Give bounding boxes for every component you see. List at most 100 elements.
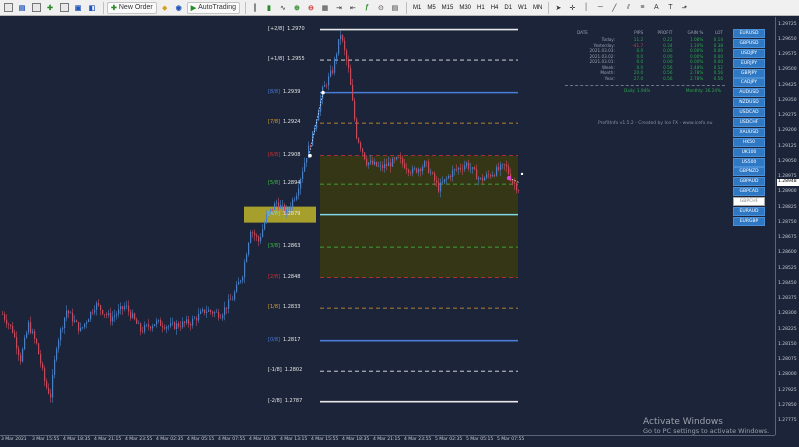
candle-body (12, 325, 14, 333)
symbol-button-gbpcad[interactable]: GBPCAD (733, 187, 765, 197)
symbol-button-audusd[interactable]: AUDUSD (733, 88, 765, 98)
arrow-tool-icon[interactable]: ⬏ (678, 2, 690, 14)
timeframe-w1[interactable]: W1 (515, 2, 530, 14)
vertical-line-icon[interactable]: │ (580, 2, 592, 14)
murrey-label: [0/8] 1.2817 (268, 337, 300, 343)
bar-chart-icon[interactable]: ┃ (249, 2, 261, 14)
signals-icon[interactable]: ◉ (173, 2, 185, 14)
indicators-icon[interactable]: ƒ (361, 2, 373, 14)
candle-body (102, 309, 104, 315)
stats-cell-date: Year: (604, 75, 615, 81)
stats-cell-profit: 0.56 (663, 75, 673, 81)
murrey-level-price: 1.2894 (282, 180, 301, 187)
candle-body (388, 162, 390, 166)
chart-shift-icon[interactable]: ⇥ (333, 2, 345, 14)
zoom-in-icon[interactable]: ⊕ (291, 2, 303, 14)
candle-body (174, 322, 176, 330)
new-order-button[interactable]: ✚ New Order (107, 1, 157, 14)
candle-body (488, 174, 490, 176)
candle-body (368, 162, 370, 166)
candle-body (70, 312, 72, 314)
candle-body (120, 306, 122, 310)
timeframe-h4[interactable]: H4 (488, 2, 502, 14)
market-watch-icon[interactable] (30, 2, 42, 14)
navigator-icon[interactable]: ✚ (44, 2, 56, 14)
candle-body (398, 157, 400, 158)
time-tick: 4 Mar 23:55 (404, 437, 432, 442)
periods-icon[interactable]: ⊙ (375, 2, 387, 14)
channel-icon[interactable]: ⫽ (622, 2, 634, 14)
candle-body (218, 311, 220, 318)
symbol-button-hk50[interactable]: HK50 (733, 137, 765, 147)
candle-body (418, 168, 420, 173)
horizontal-line-icon[interactable]: ─ (594, 2, 606, 14)
timeframe-m30[interactable]: M30 (456, 2, 474, 14)
symbol-button-usdjpy[interactable]: USDJPY (733, 48, 765, 58)
daily-gain: Daily: 1.94% (624, 88, 651, 93)
murrey-level-price: 1.2879 (282, 210, 301, 217)
candle-body (466, 162, 468, 166)
price-tick: 1.29050 (778, 158, 797, 164)
profiles-icon[interactable]: ▤ (16, 2, 28, 14)
candle-body (428, 161, 430, 173)
candle-body (214, 312, 216, 314)
symbol-button-nzdusd[interactable]: NZDUSD (733, 98, 765, 108)
terminal-icon[interactable]: ▣ (72, 2, 84, 14)
candle-body (160, 319, 162, 326)
candle-body (490, 175, 492, 177)
candle-body (390, 162, 392, 167)
symbol-button-gbpaud[interactable]: GBPAUD (733, 177, 765, 187)
symbol-button-usdcad[interactable]: USDCAD (733, 108, 765, 118)
symbol-button-eurjpy[interactable]: EURJPY (733, 58, 765, 68)
symbol-button-gbpnzd[interactable]: GBPNZD (733, 167, 765, 177)
symbol-button-usdchf[interactable]: USDCHF (733, 118, 765, 128)
timeframe-m5[interactable]: M5 (424, 2, 438, 14)
timeframe-m15[interactable]: M15 (439, 2, 457, 14)
symbol-button-uk100[interactable]: UK100 (733, 147, 765, 157)
candle-body (504, 164, 506, 165)
fibonacci-icon[interactable]: ≡ (636, 2, 648, 14)
zoom-out-icon[interactable]: ⊖ (305, 2, 317, 14)
data-window-icon[interactable] (58, 2, 70, 14)
symbol-button-cadjpy[interactable]: CADJPY (733, 78, 765, 88)
crosshair-icon[interactable]: ✛ (566, 2, 578, 14)
candle-body (164, 327, 166, 329)
candle-body (170, 323, 172, 326)
symbol-button-eurusd[interactable]: EURUSD (733, 29, 765, 38)
symbol-button-gbpusd[interactable]: GBPUSD (733, 38, 765, 48)
timeframe-mn[interactable]: MN (530, 2, 545, 14)
new-chart-icon[interactable] (2, 2, 14, 14)
timeframe-d1[interactable]: D1 (501, 2, 515, 14)
candle-body (178, 323, 180, 327)
metaeditor-icon[interactable]: ◆ (159, 2, 171, 14)
symbol-button-euraud[interactable]: EURAUD (733, 207, 765, 217)
timeframe-h1[interactable]: H1 (474, 2, 488, 14)
candle-body (78, 322, 80, 332)
symbol-button-xauusd[interactable]: XAUUSD (733, 127, 765, 137)
symbol-button-gbpjpy[interactable]: GBPJPY (733, 68, 765, 78)
murrey-level-price: 1.2802 (284, 367, 303, 374)
candle-body (162, 325, 164, 328)
timeframe-m1[interactable]: M1 (410, 2, 424, 14)
tester-icon[interactable]: ◧ (86, 2, 98, 14)
candle-body (222, 314, 224, 319)
candlestick-icon[interactable]: ▮ (263, 2, 275, 14)
monthly-gain: Monthly: 36.24% (685, 88, 721, 93)
tile-windows-icon[interactable]: ▦ (319, 2, 331, 14)
symbol-button-us500[interactable]: US500 (733, 157, 765, 167)
stats-header-date: DATE (577, 30, 588, 35)
candle-body (8, 324, 10, 325)
trendline-icon[interactable]: ╱ (608, 2, 620, 14)
autoscroll-icon[interactable]: ⇤ (347, 2, 359, 14)
symbol-button-gbpchf[interactable]: GBPCHF (733, 197, 765, 207)
label-tool-icon[interactable]: T (664, 2, 676, 14)
templates-icon[interactable]: ▤ (389, 2, 401, 14)
price-axis[interactable]: 1.29725 1.29650 1.29575 1.29500 1.29425 1.293… (775, 17, 799, 435)
autotrading-button[interactable]: ▶ AutoTrading (186, 1, 240, 14)
line-chart-icon[interactable]: ∿ (277, 2, 289, 14)
time-axis[interactable]: 3 Mar 2021 3 Mar 15:55 4 Mar 18:35 4 Mar 21… (0, 435, 775, 447)
symbol-button-eurgbp[interactable]: EURGBP (733, 216, 765, 226)
candle-body (264, 222, 266, 230)
text-tool-icon[interactable]: A (650, 2, 662, 14)
cursor-icon[interactable]: ➤ (552, 2, 564, 14)
